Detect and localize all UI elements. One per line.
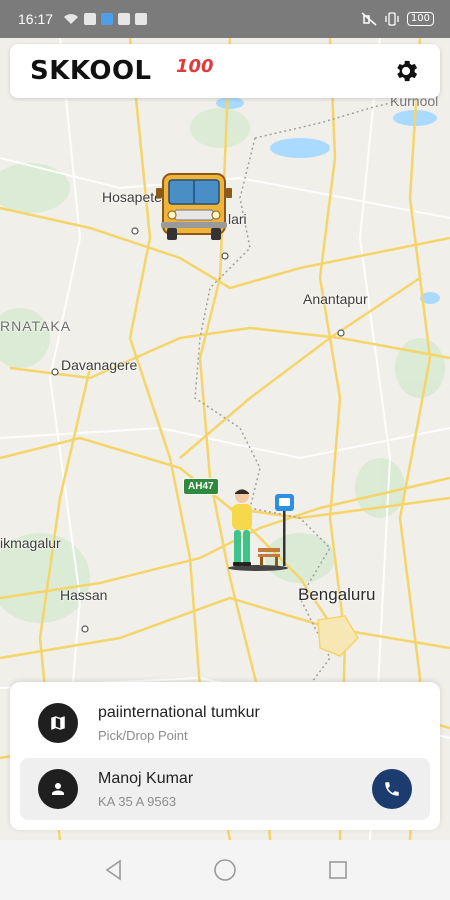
driver-row[interactable]: Manoj Kumar KA 35 A 9563 xyxy=(20,758,430,820)
map-label-chikmagalur: ikmagalur xyxy=(0,535,61,551)
back-icon[interactable] xyxy=(102,858,126,882)
student-bus-stop-marker[interactable] xyxy=(224,488,296,572)
trip-info-sheet: paiinternational tumkur Pick/Drop Point … xyxy=(10,682,440,830)
call-driver-button[interactable] xyxy=(372,769,412,809)
recents-icon[interactable] xyxy=(326,858,350,882)
bluetooth-app-icon xyxy=(101,13,114,25)
map-label-hassan: Hassan xyxy=(60,587,108,603)
highway-badge: AH47 xyxy=(183,478,219,495)
pickup-point-row[interactable]: paiinternational tumkur Pick/Drop Point xyxy=(20,692,430,754)
status-icons-left xyxy=(63,13,148,25)
pickup-point-name: paiinternational tumkur xyxy=(98,704,260,721)
map-label-davanagere: Davanagere xyxy=(61,357,138,373)
system-nav-bar xyxy=(0,840,450,900)
gallery-icon xyxy=(135,13,148,25)
person-icon xyxy=(38,769,78,809)
logo-badge: 100 xyxy=(176,56,214,77)
pickup-point-label: Pick/Drop Point xyxy=(98,728,188,743)
map-label-anantapur: Anantapur xyxy=(303,291,368,307)
sim-icon xyxy=(84,13,97,25)
app-header: SKKOOL 100 xyxy=(10,44,440,98)
vehicle-number: KA 35 A 9563 xyxy=(98,794,177,809)
bus-marker[interactable] xyxy=(155,166,233,244)
map-label-hosapete: Hosapete xyxy=(102,189,162,205)
highway-badge-label: AH47 xyxy=(188,481,214,492)
map-label-karnataka: RNATAKA xyxy=(0,318,72,334)
driver-name: Manoj Kumar xyxy=(98,770,194,787)
wifi-icon xyxy=(64,14,79,24)
home-icon[interactable] xyxy=(213,858,237,882)
map-icon xyxy=(38,703,78,743)
map-label-bengaluru: Bengaluru xyxy=(298,585,376,604)
battery-icon: 100 xyxy=(406,12,434,26)
mute-vibrate-icon xyxy=(361,12,377,26)
status-bar: 16:17 100 xyxy=(0,0,450,38)
app-logo: SKKOOL xyxy=(30,56,152,86)
app-store-icon xyxy=(118,13,131,25)
status-time: 16:17 xyxy=(18,11,54,27)
gear-icon[interactable] xyxy=(392,57,420,85)
vibrate-icon xyxy=(385,12,399,26)
phone-icon xyxy=(385,782,399,796)
status-icons-right: 100 xyxy=(361,12,434,26)
